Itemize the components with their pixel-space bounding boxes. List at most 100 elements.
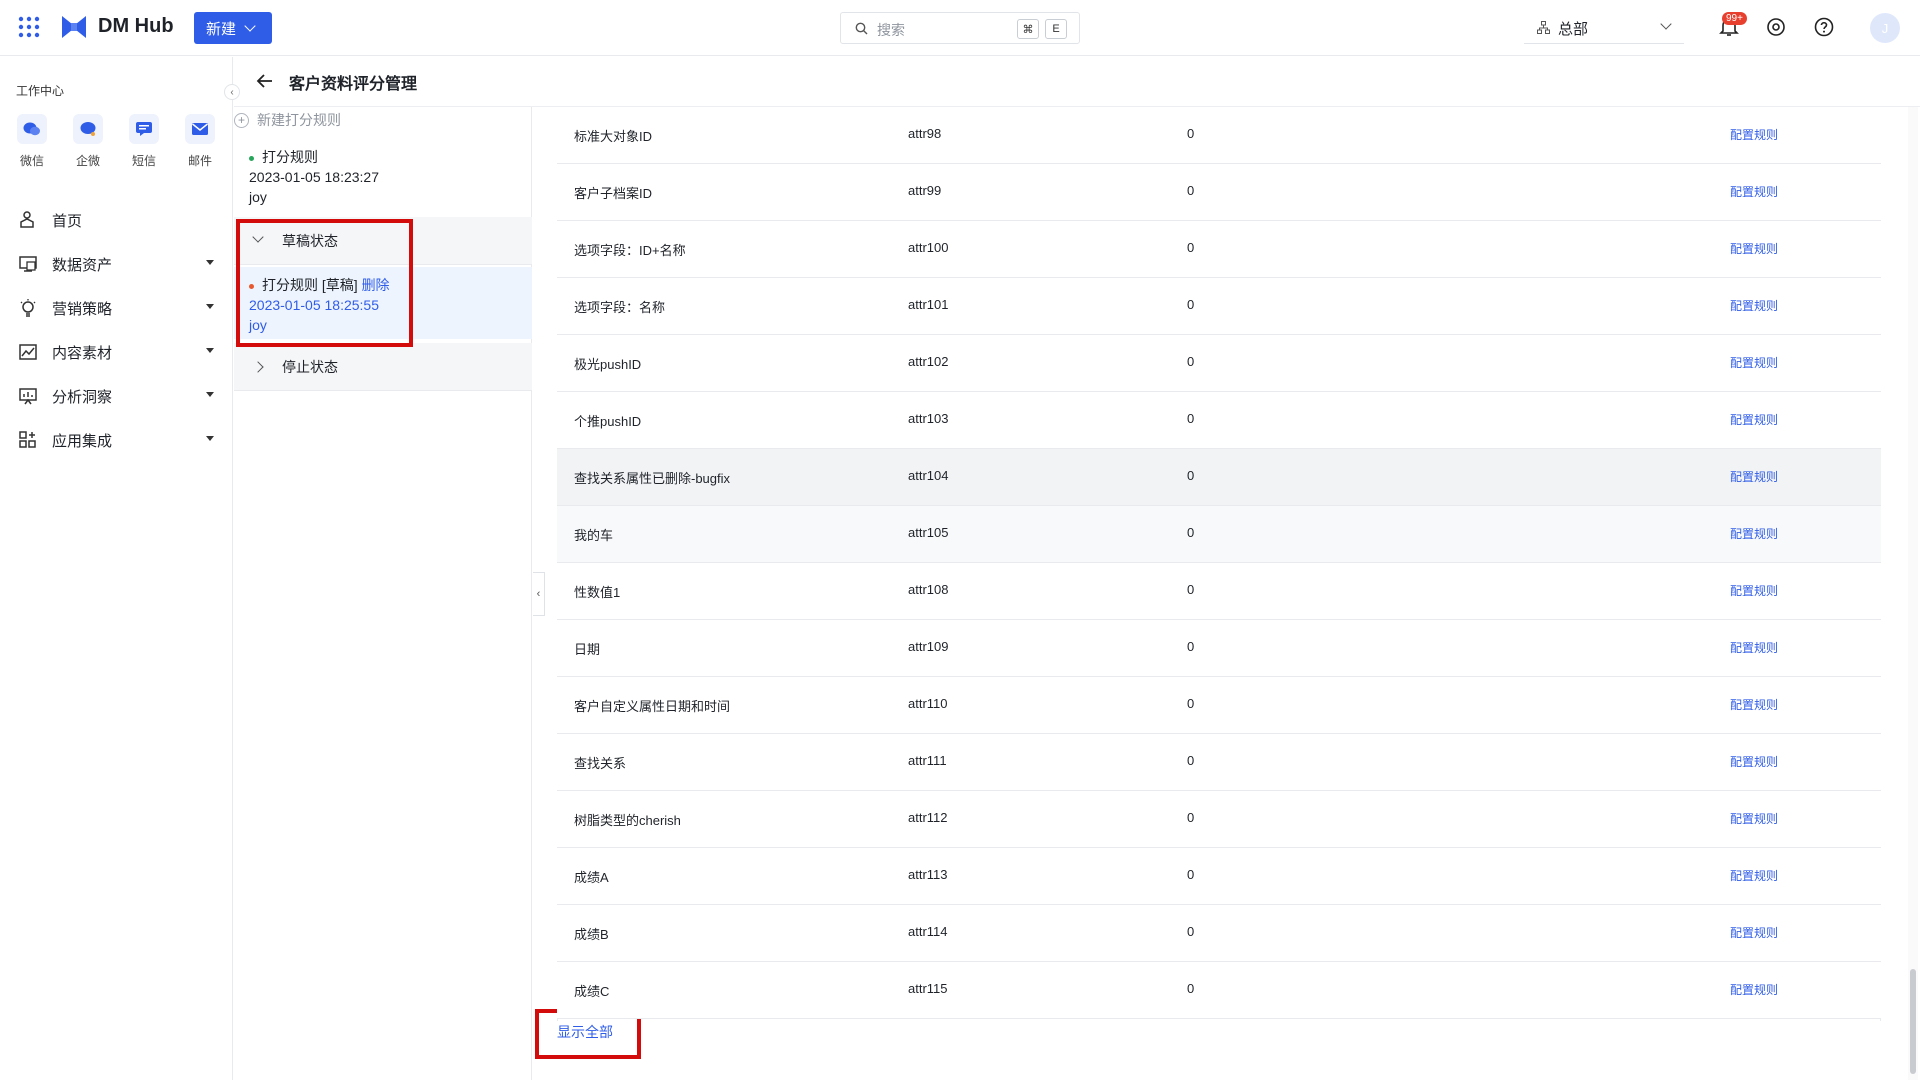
table-row: 树脂类型的cherish attr112 0 配置规则: [557, 791, 1881, 848]
attr-cell: attr110: [908, 696, 948, 711]
top-bar: DM Hub 新建 搜索 ⌘ E 总部 99+ J: [0, 0, 1920, 56]
work-center-title: 工作中心: [16, 84, 65, 98]
show-all-link[interactable]: 显示全部: [557, 1022, 613, 1042]
sidebar-item-label: 应用集成: [52, 432, 113, 450]
configure-rule-link[interactable]: 配置规则: [1730, 240, 1778, 257]
sidebar-item-content[interactable]: 内容素材: [18, 340, 218, 364]
quick-item-wechat[interactable]: 微信: [12, 114, 52, 169]
attr-cell: attr104: [908, 468, 949, 483]
score-cell: 0: [1187, 582, 1195, 597]
table-row: 选项字段：ID+名称 attr100 0 配置规则: [557, 221, 1881, 278]
sidebar-item-analysis[interactable]: 分析洞察: [18, 384, 218, 408]
org-selector[interactable]: 总部: [1524, 12, 1684, 44]
chevron-down-icon: [244, 20, 256, 32]
name-cell: 极光pushID: [574, 357, 642, 372]
table-row: 客户子档案ID attr99 0 配置规则: [557, 164, 1881, 221]
scrollbar-thumb[interactable]: [1910, 969, 1916, 1074]
score-cell: 0: [1187, 525, 1195, 540]
score-cell: 0: [1187, 183, 1195, 198]
rule-item-active[interactable]: 打分规则 2023-01-05 18:23:27 joy: [234, 147, 532, 207]
name-cell: 我的车: [574, 528, 614, 543]
configure-rule-link[interactable]: 配置规则: [1730, 810, 1778, 827]
table-row: 极光pushID attr102 0 配置规则: [557, 335, 1881, 392]
back-arrow-icon[interactable]: [256, 72, 274, 90]
configure-rule-link[interactable]: 配置规则: [1730, 924, 1778, 941]
avatar[interactable]: J: [1870, 13, 1900, 43]
name-cell: 客户自定义属性日期和时间: [574, 699, 731, 714]
quick-item-mail[interactable]: 邮件: [180, 114, 220, 169]
chevron-down-icon: [1660, 18, 1672, 30]
attr-cell: attr112: [908, 810, 948, 825]
configure-rule-link[interactable]: 配置规则: [1730, 525, 1778, 542]
new-rule-button[interactable]: + 新建打分规则: [234, 110, 341, 130]
configure-rule-link[interactable]: 配置规则: [1730, 753, 1778, 770]
table-row: 查找关系 attr111 0 配置规则: [557, 734, 1881, 791]
name-cell: 成绩C: [574, 984, 610, 999]
attr-cell: attr103: [908, 411, 949, 426]
caret-down-icon: [206, 304, 214, 309]
mail-icon: [185, 114, 215, 144]
sms-icon: [129, 114, 159, 144]
name-cell: 标准大对象ID: [574, 129, 653, 144]
score-cell: 0: [1187, 126, 1195, 141]
score-cell: 0: [1187, 240, 1195, 255]
configure-rule-link[interactable]: 配置规则: [1730, 411, 1778, 428]
brand-name: DM Hub: [98, 15, 174, 37]
configure-rule-link[interactable]: 配置规则: [1730, 582, 1778, 599]
attr-cell: attr100: [908, 240, 949, 255]
name-cell: 查找关系: [574, 756, 627, 771]
quick-item-label: 微信: [19, 154, 44, 168]
quick-item-wecom[interactable]: 企微: [68, 114, 108, 169]
name-cell: 选项字段：ID+名称: [574, 243, 686, 258]
new-button[interactable]: 新建: [194, 12, 272, 44]
attr-cell: attr108: [908, 582, 949, 597]
bulb-icon: [20, 299, 36, 317]
sidebar-item-home[interactable]: 首页: [18, 208, 218, 232]
configure-rule-link[interactable]: 配置规则: [1730, 696, 1778, 713]
configure-rule-link[interactable]: 配置规则: [1730, 981, 1778, 998]
search-placeholder: 搜索: [877, 22, 905, 38]
sidebar-item-label: 分析洞察: [52, 388, 113, 406]
configure-rule-link[interactable]: 配置规则: [1730, 468, 1778, 485]
sidebar-item-data-asset[interactable]: 数据资产: [18, 252, 218, 276]
score-cell: 0: [1187, 753, 1195, 768]
wechat-icon: [17, 114, 47, 144]
configure-rule-link[interactable]: 配置规则: [1730, 867, 1778, 884]
apps-integration-icon: [19, 431, 36, 448]
attr-cell: attr105: [908, 525, 949, 540]
content-icon: [19, 344, 37, 360]
scrollbar[interactable]: [1908, 107, 1918, 1080]
name-cell: 成绩B: [574, 927, 609, 942]
page-title: 客户资料评分管理: [289, 76, 418, 93]
sidebar-item-marketing[interactable]: 营销策略: [18, 296, 218, 320]
score-cell: 0: [1187, 924, 1195, 939]
configure-rule-link[interactable]: 配置规则: [1730, 183, 1778, 200]
score-cell: 0: [1187, 981, 1195, 996]
quick-item-label: 企微: [75, 154, 100, 168]
table-row: 选项字段：名称 attr101 0 配置规则: [557, 278, 1881, 335]
shortcut-key-cmd: ⌘: [1017, 19, 1039, 39]
attr-cell: attr102: [908, 354, 949, 369]
sidebar-item-integration[interactable]: 应用集成: [18, 428, 218, 452]
analysis-icon: [19, 388, 37, 405]
name-cell: 性数值1: [574, 585, 621, 600]
table-row: 成绩B attr114 0 配置规则: [557, 905, 1881, 962]
apps-grid-icon[interactable]: [18, 16, 40, 38]
panel-collapse-icon[interactable]: ‹: [533, 572, 545, 616]
dmhub-logo-icon[interactable]: [60, 14, 88, 40]
quick-item-label: 短信: [131, 154, 156, 168]
stopped-group-header[interactable]: 停止状态: [234, 343, 532, 391]
sidebar-item-label: 内容素材: [52, 344, 113, 362]
help-icon[interactable]: [1813, 16, 1835, 38]
name-cell: 查找关系属性已删除-bugfix: [574, 471, 731, 486]
search-input[interactable]: 搜索 ⌘ E: [840, 12, 1080, 44]
configure-rule-link[interactable]: 配置规则: [1730, 126, 1778, 143]
settings-icon[interactable]: [1765, 16, 1787, 38]
table-row: 日期 attr109 0 配置规则: [557, 620, 1881, 677]
quick-item-sms[interactable]: 短信: [124, 114, 164, 169]
configure-rule-link[interactable]: 配置规则: [1730, 639, 1778, 656]
table-row: 性数值1 attr108 0 配置规则: [557, 563, 1881, 620]
table-row: 成绩C attr115 0 配置规则: [557, 962, 1881, 1019]
configure-rule-link[interactable]: 配置规则: [1730, 297, 1778, 314]
configure-rule-link[interactable]: 配置规则: [1730, 354, 1778, 371]
